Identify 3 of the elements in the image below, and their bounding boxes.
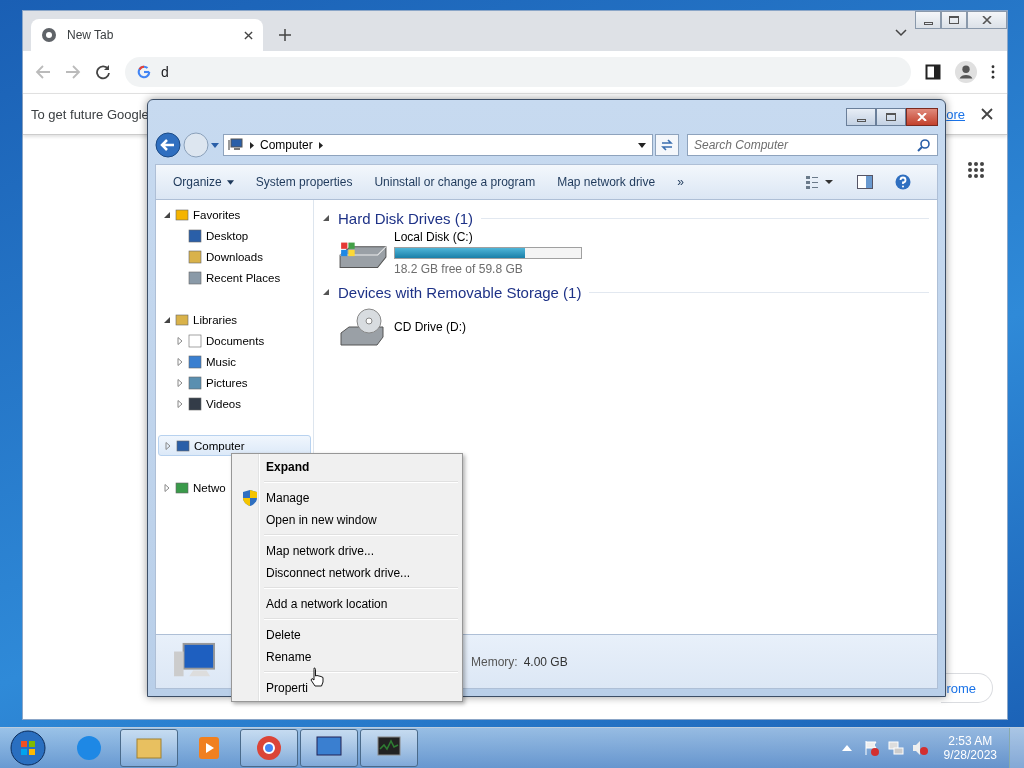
infobar-message: To get future Google [31, 106, 149, 122]
group-heading: Devices with Removable Storage (1) [338, 283, 582, 301]
group-heading: Hard Disk Drives (1) [338, 209, 473, 227]
